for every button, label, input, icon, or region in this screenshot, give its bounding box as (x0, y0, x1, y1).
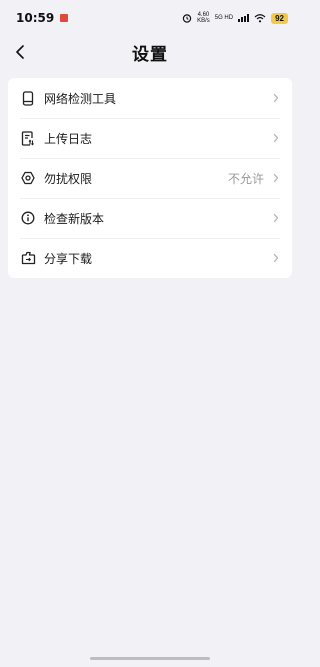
alarm-icon (182, 14, 192, 23)
chevron-left-icon (16, 45, 24, 59)
settings-item-label: 网络检测工具 (44, 91, 117, 106)
chevron-right-icon (273, 133, 279, 143)
hexagon-nut-icon (20, 170, 36, 186)
settings-item-label: 上传日志 (44, 131, 93, 146)
chevron-right-icon (273, 213, 279, 223)
info-icon (20, 210, 36, 226)
wifi-icon (254, 14, 266, 23)
page-title: 设置 (132, 44, 168, 65)
net-type-label: 5G HD (214, 15, 234, 21)
back-button[interactable] (8, 40, 32, 64)
net-type: 5G HD (215, 15, 233, 21)
chevron-right-icon (273, 173, 279, 183)
phone-icon (20, 90, 36, 106)
chevron-right-icon (273, 93, 279, 103)
net-speed-unit: KB/s (197, 18, 210, 24)
settings-item-value: 不允许 (227, 171, 264, 186)
battery-indicator: 92 (271, 12, 288, 24)
status-left: 10:59 (16, 11, 69, 25)
settings-list: 网络检测工具 上传日志 勿扰权限 不允许 检查新版本 分享下载 (8, 78, 292, 278)
net-speed: 4.60 KB/s (197, 12, 210, 24)
status-time: 10:59 (16, 11, 55, 25)
settings-item-network-tool[interactable]: 网络检测工具 (8, 78, 292, 118)
signal-icon (238, 14, 250, 22)
settings-item-check-update[interactable]: 检查新版本 (8, 198, 292, 238)
settings-item-share-download[interactable]: 分享下载 (8, 238, 292, 278)
settings-item-upload-log[interactable]: 上传日志 (8, 118, 292, 158)
chevron-right-icon (273, 253, 279, 263)
settings-item-label: 检查新版本 (44, 211, 105, 226)
share-icon (20, 250, 36, 266)
settings-item-label: 勿扰权限 (44, 171, 93, 186)
upload-log-icon (20, 130, 36, 146)
settings-item-dnd-permission[interactable]: 勿扰权限 不允许 (8, 158, 292, 198)
home-indicator[interactable] (90, 657, 210, 660)
header: 设置 (0, 36, 300, 68)
settings-page: 10:59 4.60 KB/s 5G HD 92 设置 网络检测工具 上传日志 … (0, 0, 300, 667)
notification-app-icon (60, 14, 69, 22)
status-bar: 10:59 4.60 KB/s 5G HD 92 (0, 0, 300, 36)
status-right: 4.60 KB/s 5G HD 92 (182, 12, 288, 24)
settings-item-label: 分享下载 (44, 251, 93, 266)
